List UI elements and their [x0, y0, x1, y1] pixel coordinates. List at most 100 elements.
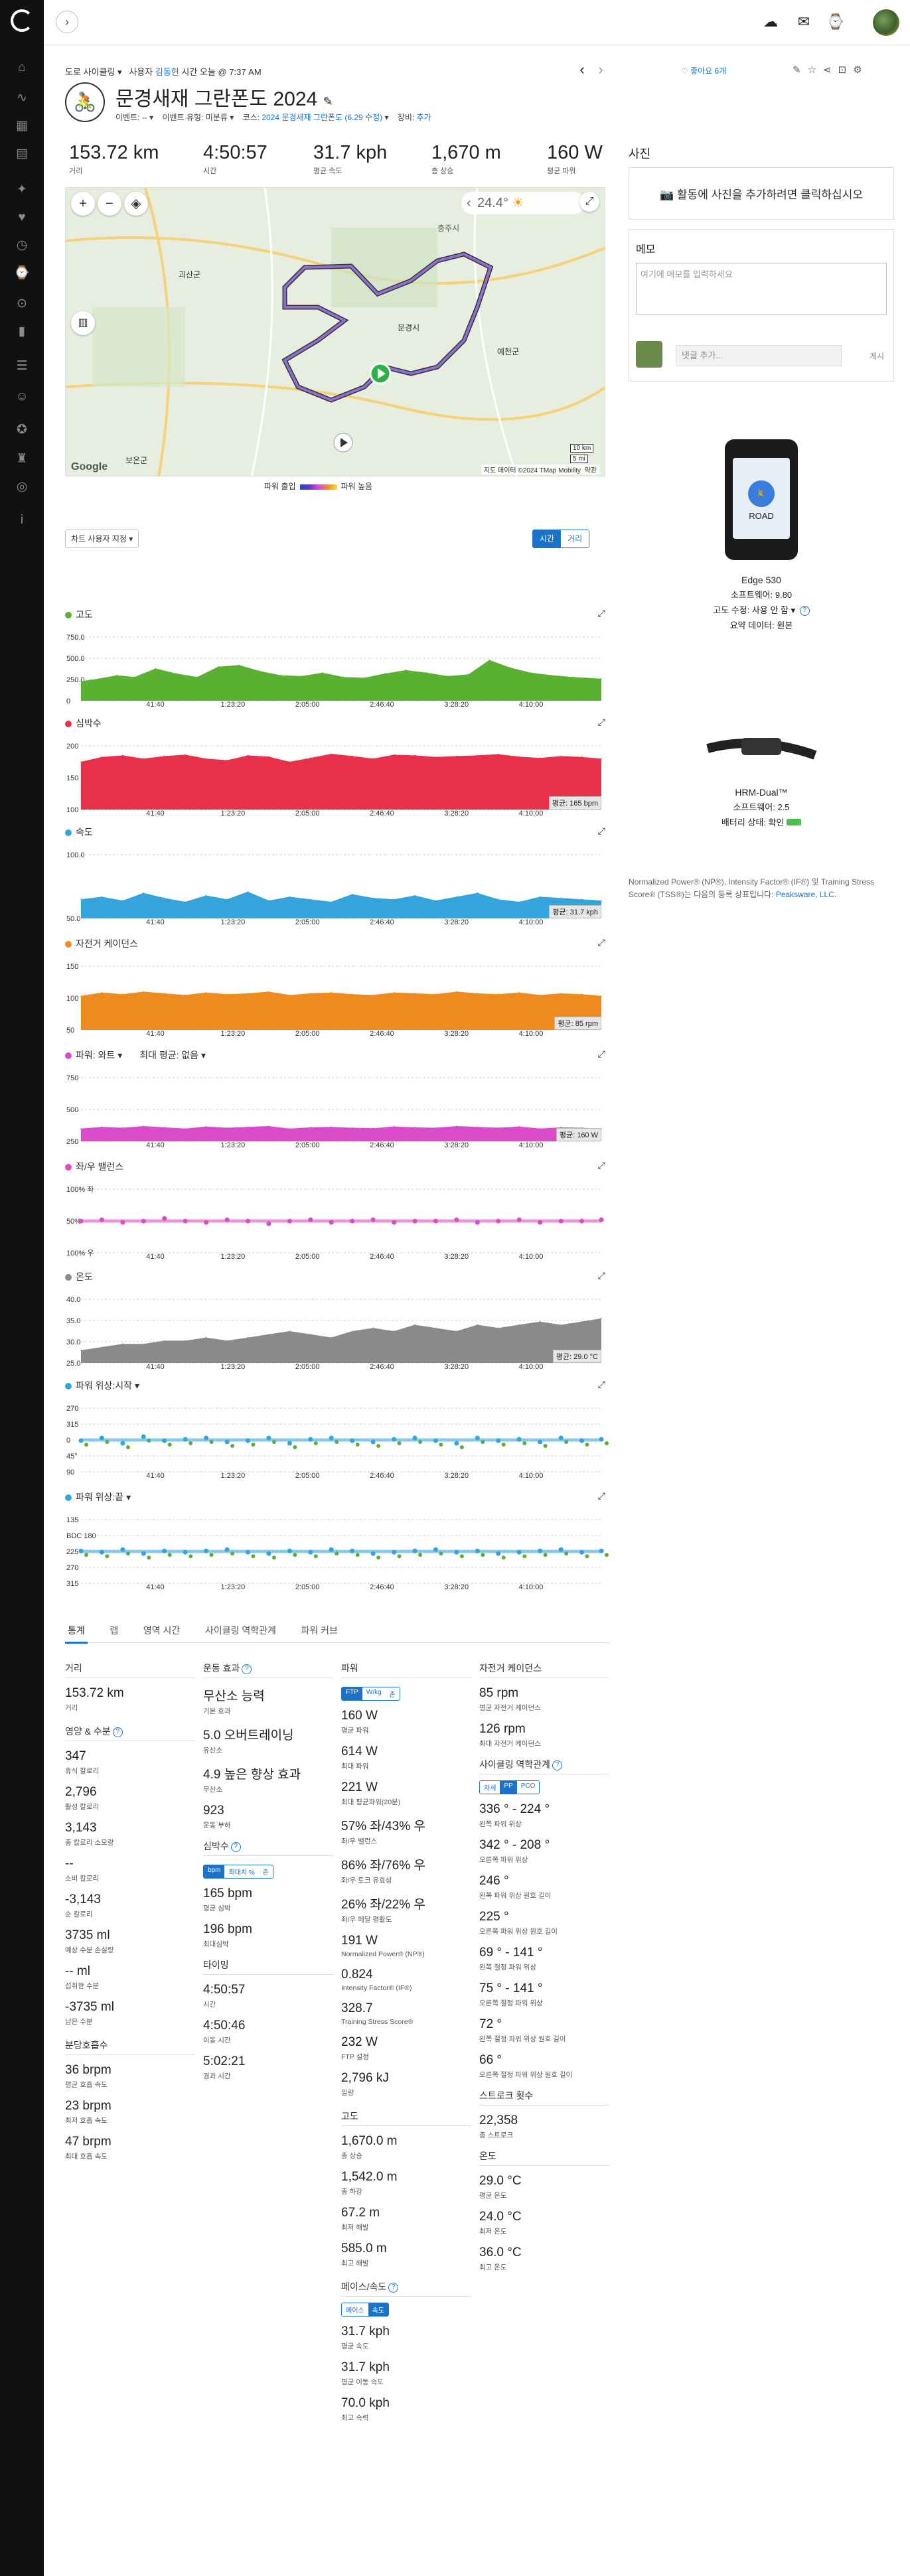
tab-laps[interactable]: 랩	[107, 1619, 121, 1642]
expand-chart-icon[interactable]: ⤢	[598, 1490, 605, 1502]
elevation-correction[interactable]: 고도 수정: 사용 안 함 ▾ ?	[629, 603, 894, 616]
expand-chart-icon[interactable]: ⤢	[598, 1270, 605, 1281]
chart-title-text[interactable]: 심박수	[76, 718, 102, 729]
collapse-nav-button[interactable]: ›	[56, 11, 78, 33]
chart-title-text[interactable]: 파워 위상:시작 ▾	[76, 1380, 139, 1391]
toggle-option[interactable]: 최대치 %	[224, 1865, 259, 1878]
event-type-value[interactable]: 미분류	[206, 113, 228, 122]
stats-icon[interactable]: ▮	[14, 324, 30, 340]
toggle-option[interactable]: 페이스	[342, 2303, 368, 2316]
expand-chart-icon[interactable]: ⤢	[598, 717, 605, 728]
x-axis-time-button[interactable]: 시간	[533, 530, 562, 547]
weather-widget[interactable]: ‹ 24.4° ☀	[461, 192, 585, 214]
chart-title-text[interactable]: 고도	[76, 609, 93, 620]
gear-icon[interactable]: ◷	[14, 238, 30, 253]
chart-title-text[interactable]: 좌/우 밸런스	[76, 1161, 123, 1172]
toggle-option[interactable]: PCO	[516, 1781, 540, 1794]
expand-chart-icon[interactable]: ⤢	[598, 608, 605, 619]
breadcrumb-user[interactable]: 김동현	[155, 67, 179, 77]
help-icon[interactable]: ?	[552, 1760, 562, 1770]
expand-chart-icon[interactable]: ⤢	[598, 937, 605, 948]
toggle-option[interactable]: W/kg	[362, 1687, 386, 1700]
upload-icon[interactable]: ☁	[761, 12, 781, 32]
training-icon[interactable]: ✦	[14, 182, 30, 198]
watch-icon[interactable]: ⌚	[826, 12, 846, 32]
chart-title-text[interactable]: 파워: 와트 ▾	[76, 1050, 122, 1060]
fullscreen-icon[interactable]: ⤢	[579, 192, 599, 212]
tab-power-curve[interactable]: 파워 커브	[299, 1619, 341, 1642]
expand-chart-icon[interactable]: ⤢	[598, 1048, 605, 1060]
route-map[interactable]: + − ◈ ▥ ‹ 24.4° ☀ ⤢ 10 km 5 mi Google 지도 …	[65, 187, 605, 476]
report-icon[interactable]: ▤	[14, 146, 30, 162]
help-icon[interactable]: ?	[388, 2282, 399, 2293]
tab-stats[interactable]: 통계	[65, 1619, 88, 1644]
chart-plot[interactable]: 270 315 0 45° 90 41:40 1:23:20 2:05:00 2:46:40 3:…	[65, 1391, 609, 1478]
connections-icon[interactable]: ☺	[14, 389, 30, 405]
course-link[interactable]: 2024 문경새재 그란폰도 (6.29 수정)	[262, 113, 382, 122]
gear-add-link[interactable]: 추가	[417, 113, 431, 122]
stat-value: 221 W	[341, 1780, 378, 1794]
expand-chart-icon[interactable]: ⤢	[598, 1379, 605, 1390]
calendar-icon[interactable]: ▦	[14, 118, 30, 134]
event-value[interactable]: --	[142, 113, 147, 122]
chart-customize-select[interactable]: 차트 사용자 지정 ▾	[65, 530, 139, 548]
groups-icon[interactable]: ☰	[14, 358, 30, 374]
insights-icon[interactable]: ◎	[14, 479, 30, 495]
chart-subtitle[interactable]: 최대 평균: 없음 ▾	[139, 1050, 206, 1060]
health-icon[interactable]: ♥	[14, 210, 30, 226]
chart-title-text[interactable]: 온도	[76, 1271, 93, 1282]
chart-title-text[interactable]: 속도	[76, 827, 93, 837]
help-icon[interactable]: ?	[230, 1841, 241, 1852]
chart-plot[interactable]: 135 BDC 180 225 270 315 41:40 1:23:20 2:05:00 2:…	[65, 1502, 609, 1590]
help-icon[interactable]: ?	[799, 606, 810, 616]
prev-activity-button[interactable]: ‹	[572, 60, 592, 80]
help-icon[interactable]: ?	[242, 1664, 252, 1674]
info-icon[interactable]: i	[14, 512, 30, 528]
help-icon[interactable]: ?	[112, 1727, 123, 1737]
toggle-option[interactable]: 존	[258, 1865, 273, 1878]
data-point	[351, 893, 353, 895]
activities-icon[interactable]: ∿	[14, 90, 30, 106]
chart-title-text[interactable]: 자전거 케이던스	[76, 938, 138, 949]
inbox-icon[interactable]: ✉	[794, 12, 814, 32]
chart-plot[interactable]: 100.0 50.0 41:40 1:23:20 2:05:00 2:46:40 3:28:…	[65, 837, 609, 925]
garmin-logo-icon[interactable]	[11, 9, 33, 32]
toggle-option[interactable]: bpm	[204, 1865, 225, 1878]
toggle-option[interactable]: 속도	[368, 2303, 389, 2316]
badges-icon[interactable]: ✪	[14, 422, 30, 438]
chart-plot[interactable]: 750 500 250 41:40 1:23:20 2:05:00 2:46:40 3:28:…	[65, 1060, 609, 1148]
tab-dynamics[interactable]: 사이클링 역학관계	[202, 1619, 279, 1642]
edit-icon[interactable]: ✎	[323, 95, 333, 108]
add-photo-button[interactable]: 📷 활동에 사진을 추가하려면 클릭하십시오	[629, 167, 894, 220]
chart-plot[interactable]: 200 150 100 41:40 1:23:20 2:05:00 2:46:40 3:28:…	[65, 729, 609, 816]
tab-zones[interactable]: 영역 시간	[141, 1619, 183, 1642]
notes-input[interactable]: 여기에 메모를 입력하세요	[636, 263, 887, 315]
chart-plot[interactable]: 100% 좌50%100% 우 41:40 1:23:20 2:05:00 2:46:4…	[65, 1172, 609, 1259]
peaksware-link[interactable]: Peaksware, LLC.	[776, 890, 836, 899]
expand-chart-icon[interactable]: ⤢	[598, 825, 605, 837]
zoom-out-button[interactable]: −	[98, 192, 121, 216]
terms-link[interactable]: 약관	[585, 467, 597, 474]
next-activity-button[interactable]: ›	[591, 60, 611, 80]
toggle-option[interactable]: 자세	[480, 1781, 500, 1794]
chart-plot[interactable]: 40.0 35.0 30.0 25.0 41:40 1:23:20 2:05:00 2:46:…	[65, 1282, 609, 1370]
breadcrumb-sport[interactable]: 도로 사이클링	[65, 67, 115, 77]
zoom-in-button[interactable]: +	[71, 192, 95, 216]
chart-plot[interactable]: 150 100 50 41:40 1:23:20 2:05:00 2:46:40 3:28:2…	[65, 949, 609, 1037]
chart-title-text[interactable]: 파워 위상:끝 ▾	[76, 1492, 131, 1502]
x-axis-distance-button[interactable]: 거리	[561, 530, 589, 547]
chart-plot[interactable]: 750.0500.0250.00 41:40 1:23:20 2:05:00 2:46:…	[65, 620, 609, 707]
post-comment-button[interactable]: 게시	[870, 350, 884, 362]
toggle-option[interactable]: PP	[500, 1781, 517, 1794]
layers-icon[interactable]: ◈	[124, 192, 148, 216]
home-icon[interactable]: ⌂	[14, 60, 30, 76]
trophy-icon[interactable]: ♜	[14, 451, 30, 467]
toggle-option[interactable]: FTP	[342, 1687, 362, 1700]
watch-icon[interactable]: ⌚	[14, 265, 30, 281]
comment-input[interactable]: 댓글 추가...	[676, 345, 842, 366]
avatar[interactable]	[873, 9, 899, 36]
map-type-icon[interactable]: ▥	[71, 311, 95, 335]
toggle-option[interactable]: 존	[385, 1687, 400, 1700]
expand-chart-icon[interactable]: ⤢	[598, 1160, 605, 1171]
location-icon[interactable]: ⊙	[14, 296, 30, 312]
